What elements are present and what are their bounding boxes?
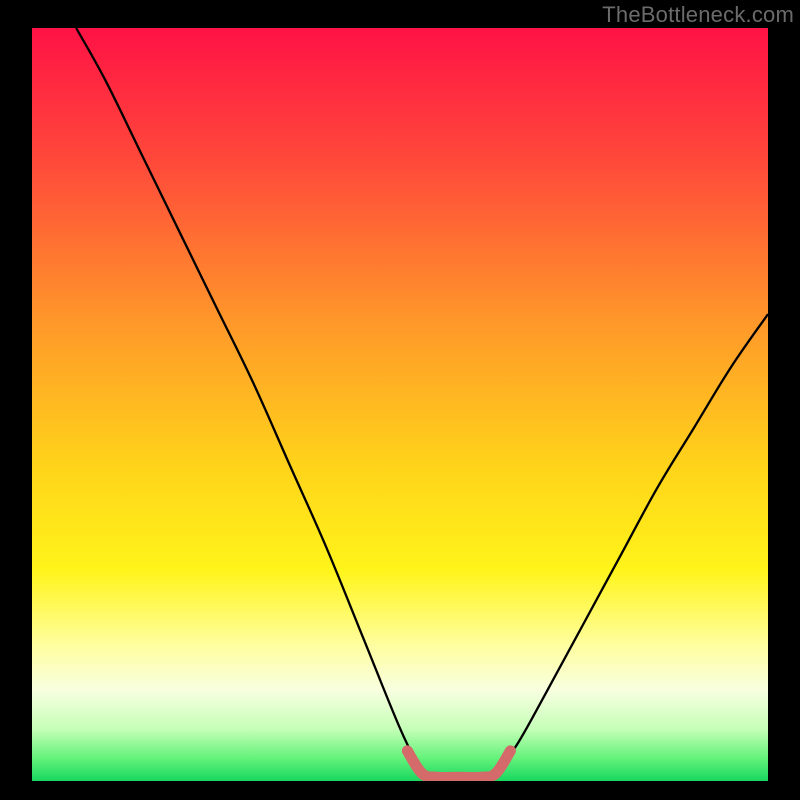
watermark-text: TheBottleneck.com <box>602 2 794 28</box>
gradient-background <box>32 28 768 781</box>
bottleneck-chart <box>32 28 768 781</box>
plot-area <box>32 28 768 781</box>
